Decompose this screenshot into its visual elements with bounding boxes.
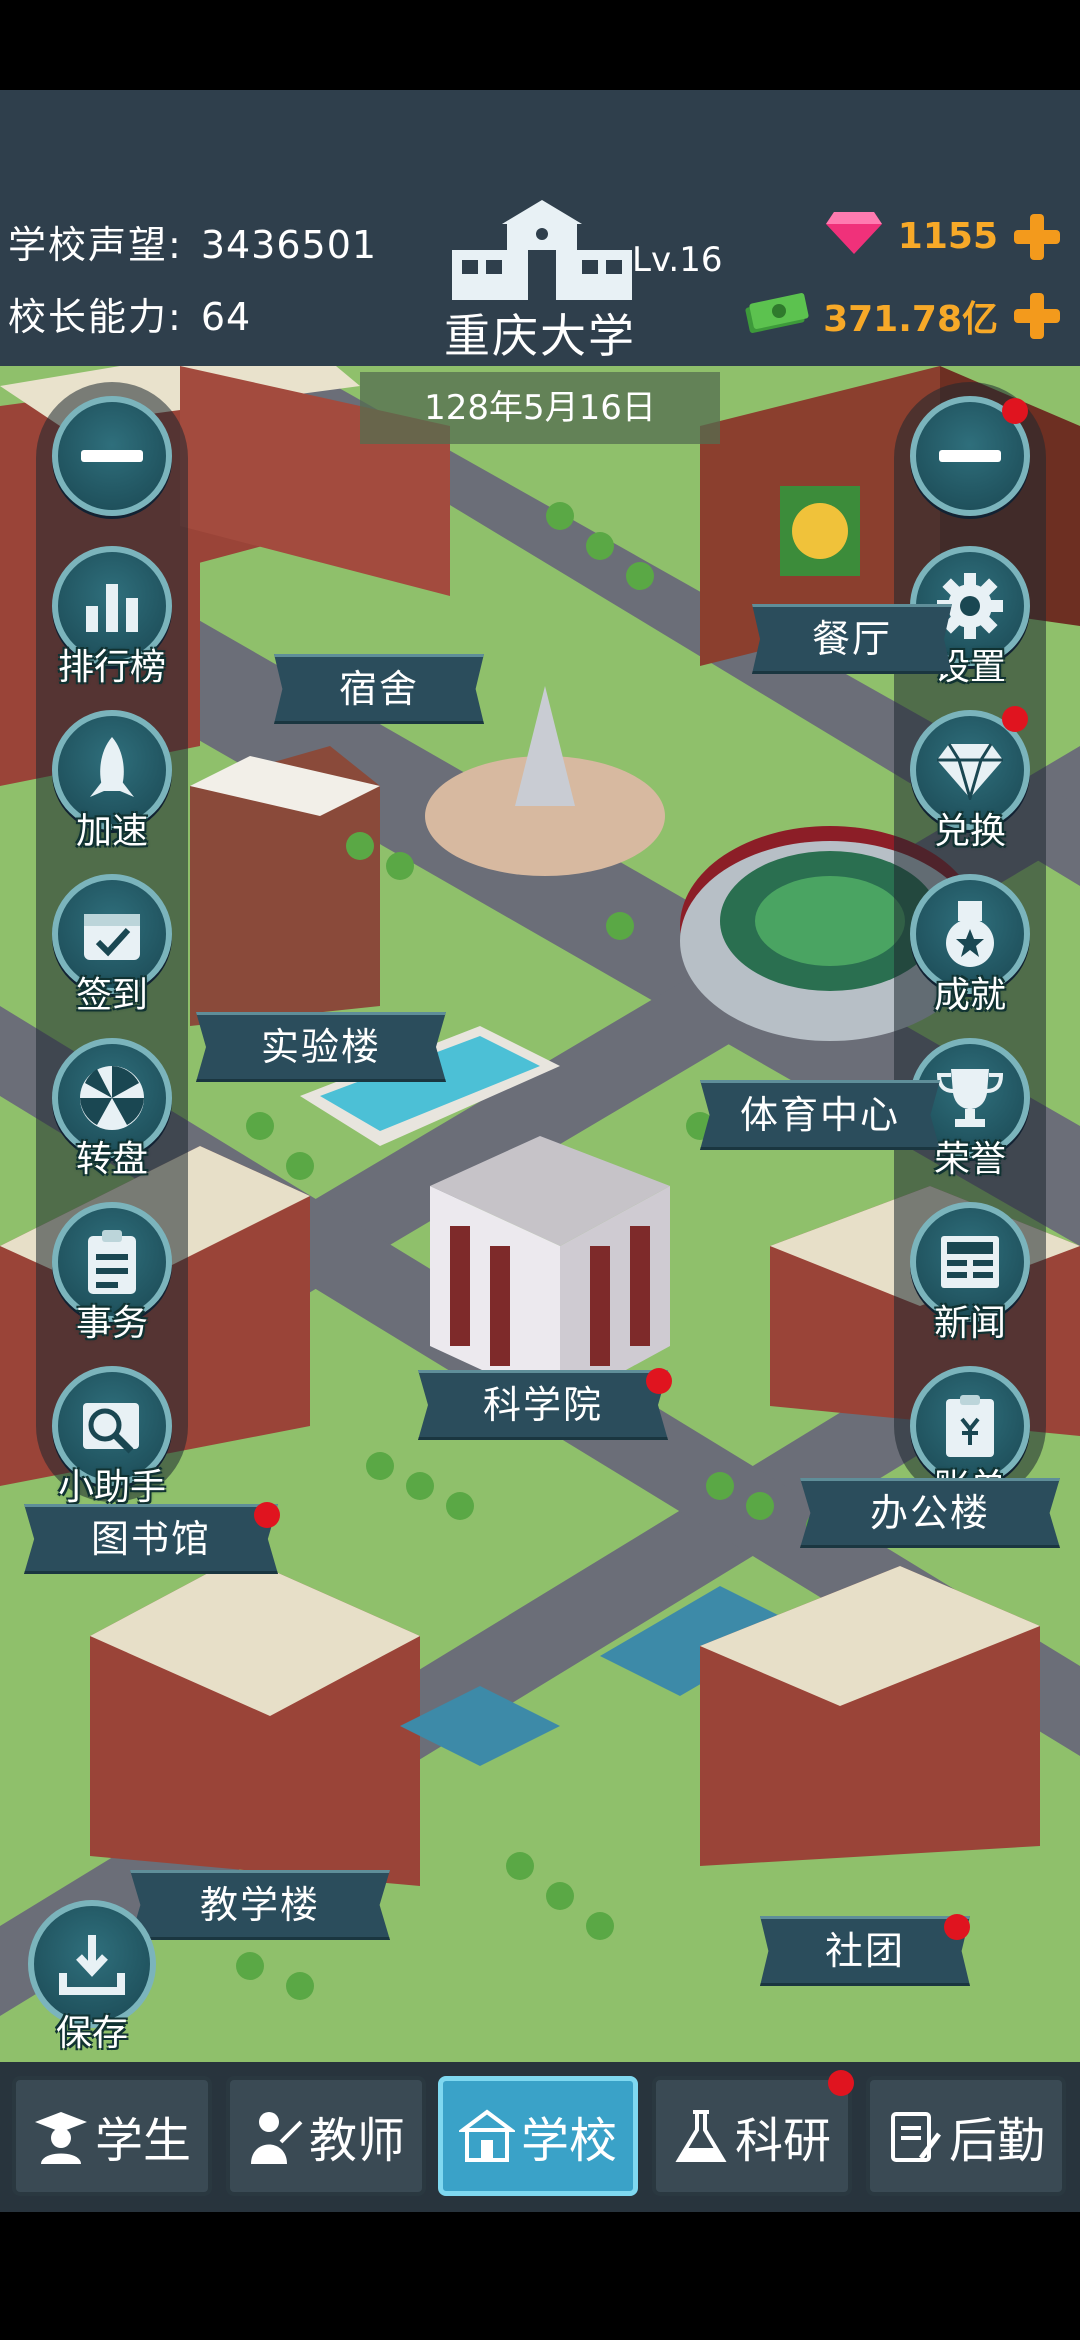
- wheel-label: 转盘: [75, 1139, 148, 1180]
- flask-icon: [675, 2110, 727, 2162]
- school-icon: [458, 2109, 515, 2162]
- notification-dot: [944, 1914, 970, 1940]
- tab-research[interactable]: 科研: [652, 2076, 852, 2196]
- game-date: 128年5月16日: [360, 372, 720, 444]
- assistant-button[interactable]: 小助手: [52, 1366, 172, 1516]
- speedup-label: 加速: [75, 811, 148, 852]
- gems-resource: 1155: [824, 208, 1062, 265]
- affairs-label: 事务: [75, 1303, 148, 1344]
- exchange-label: 兑换: [933, 811, 1006, 852]
- ranking-button[interactable]: 排行榜: [52, 546, 172, 696]
- building-office[interactable]: 办公楼: [800, 1478, 1060, 1548]
- notification-dot: [254, 1502, 280, 1528]
- gem-icon: [824, 208, 884, 265]
- ability-stat: 校长能力: 64: [8, 286, 251, 341]
- student-icon: [34, 2112, 87, 2164]
- tab-research-label: 科研: [734, 2113, 831, 2169]
- save-button[interactable]: 保存: [28, 1900, 156, 2054]
- checkin-label: 签到: [75, 975, 148, 1016]
- gems-value: 1155: [897, 216, 998, 257]
- notification-dot: [1002, 398, 1028, 424]
- checklist-icon: [890, 2112, 941, 2162]
- building-club[interactable]: 社团: [760, 1916, 970, 1986]
- tab-logistics-label: 后勤: [948, 2113, 1045, 2169]
- money-value: 371.78亿: [823, 298, 998, 340]
- wheel-button[interactable]: 转盘: [52, 1038, 172, 1188]
- status-bar: [0, 0, 1080, 90]
- system-nav-bar: [0, 2212, 1080, 2340]
- left-collapse-button[interactable]: [52, 396, 172, 546]
- news-label: 新闻: [933, 1303, 1006, 1344]
- tab-teachers-label: 教师: [308, 2113, 405, 2169]
- building-lab[interactable]: 实验楼: [196, 1012, 446, 1082]
- achievement-button[interactable]: 成就: [910, 874, 1030, 1024]
- ranking-label: 排行榜: [57, 647, 166, 688]
- money-resource: 371.78亿: [743, 288, 1062, 343]
- minus-icon: [939, 450, 1001, 462]
- affairs-button[interactable]: 事务: [52, 1202, 172, 1352]
- building-canteen[interactable]: 餐厅: [752, 604, 952, 674]
- notification-dot: [828, 2070, 854, 2096]
- teacher-icon: [250, 2112, 303, 2164]
- building-dorm[interactable]: 宿舍: [274, 654, 484, 724]
- school-name: 重庆大学: [444, 309, 636, 363]
- tab-logistics[interactable]: 后勤: [866, 2076, 1066, 2196]
- add-gems-button[interactable]: [1012, 212, 1062, 262]
- ability-value: 64: [200, 295, 252, 339]
- tab-school[interactable]: 学校: [438, 2076, 638, 2196]
- reputation-label: 学校声望:: [8, 223, 183, 267]
- reputation-value: 3436501: [200, 223, 378, 267]
- minus-icon: [81, 450, 143, 462]
- notification-dot: [1002, 706, 1028, 732]
- checkin-button[interactable]: 签到: [52, 874, 172, 1024]
- building-sports-center[interactable]: 体育中心: [700, 1080, 940, 1150]
- school-level: Lv.16: [632, 240, 723, 280]
- exchange-button[interactable]: 兑换: [910, 710, 1030, 860]
- assistant-label: 小助手: [57, 1467, 166, 1508]
- tab-students[interactable]: 学生: [12, 2076, 212, 2196]
- ability-label: 校长能力:: [8, 295, 183, 339]
- tab-school-label: 学校: [520, 2113, 617, 2169]
- speedup-button[interactable]: 加速: [52, 710, 172, 860]
- building-teaching[interactable]: 教学楼: [130, 1870, 390, 1940]
- reputation-stat: 学校声望: 3436501: [8, 214, 377, 269]
- notification-dot: [646, 1368, 672, 1394]
- achievement-label: 成就: [933, 975, 1006, 1016]
- building-science-academy[interactable]: 科学院: [418, 1370, 668, 1440]
- tab-teachers[interactable]: 教师: [226, 2076, 426, 2196]
- save-label: 保存: [55, 2013, 128, 2054]
- tab-students-label: 学生: [94, 2113, 191, 2169]
- bottom-tab-bar: 学生 教师 学校 科研 后勤: [0, 2062, 1080, 2212]
- money-icon: [743, 288, 809, 343]
- news-button[interactable]: 新闻: [910, 1202, 1030, 1352]
- school-building-icon: [452, 100, 632, 300]
- building-library[interactable]: 图书馆: [24, 1504, 278, 1574]
- add-money-button[interactable]: [1012, 291, 1062, 341]
- left-collapse-circle: [52, 396, 172, 516]
